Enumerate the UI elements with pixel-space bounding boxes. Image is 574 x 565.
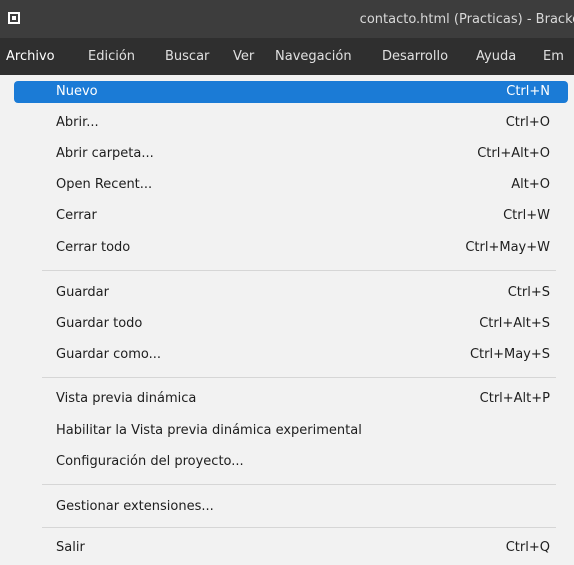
- menu-item-shortcut: Ctrl+May+S: [469, 347, 550, 362]
- menu-item-abrir-carpeta[interactable]: Abrir carpeta... Ctrl+Alt+O: [14, 143, 568, 165]
- menu-item-shortcut: Ctrl+S: [507, 285, 550, 300]
- menu-item-cerrar[interactable]: Cerrar Ctrl+W: [14, 205, 568, 227]
- menu-item-guardar[interactable]: Guardar Ctrl+S: [14, 282, 568, 304]
- menu-item-salir[interactable]: Salir Ctrl+Q: [14, 537, 568, 559]
- menu-ayuda[interactable]: Ayuda: [476, 38, 516, 75]
- menu-item-shortcut: Ctrl+Alt+O: [477, 146, 550, 161]
- menu-item-vista-previa[interactable]: Vista previa dinámica Ctrl+Alt+P: [14, 388, 568, 410]
- menu-separator: [42, 527, 556, 528]
- menu-item-label: Habilitar la Vista previa dinámica exper…: [56, 423, 362, 438]
- menu-item-label: Guardar: [56, 285, 109, 300]
- menu-separator: [42, 377, 556, 378]
- menu-archivo[interactable]: Archivo: [6, 38, 55, 75]
- menu-item-cerrar-todo[interactable]: Cerrar todo Ctrl+May+W: [14, 237, 568, 259]
- menu-item-abrir[interactable]: Abrir... Ctrl+O: [14, 112, 568, 134]
- menu-item-shortcut: Ctrl+May+W: [465, 240, 550, 255]
- menu-item-label: Salir: [56, 540, 85, 555]
- menu-desarrollo[interactable]: Desarrollo: [382, 38, 448, 75]
- menu-item-nuevo[interactable]: Nuevo Ctrl+N: [14, 81, 568, 103]
- menu-item-shortcut: Ctrl+Alt+S: [479, 316, 550, 331]
- menu-more[interactable]: Em: [543, 38, 564, 75]
- menu-item-label: Configuración del proyecto...: [56, 454, 244, 469]
- menu-item-shortcut: Alt+O: [511, 177, 550, 192]
- menu-item-configuracion-proyecto[interactable]: Configuración del proyecto...: [14, 451, 568, 473]
- menu-item-label: Gestionar extensiones...: [56, 499, 214, 514]
- menu-item-label: Cerrar: [56, 208, 97, 223]
- menu-item-label: Guardar todo: [56, 316, 143, 331]
- menu-bar: Archivo Edición Buscar Ver Navegación De…: [0, 38, 574, 75]
- menu-item-shortcut: Ctrl+N: [506, 84, 550, 99]
- menu-item-shortcut: Ctrl+O: [505, 115, 550, 130]
- menu-item-guardar-todo[interactable]: Guardar todo Ctrl+Alt+S: [14, 313, 568, 335]
- menu-item-shortcut: Ctrl+Alt+P: [479, 391, 550, 406]
- window-title: contacto.html (Practicas) - Brackets: [359, 12, 574, 27]
- menu-item-gestionar-extensiones[interactable]: Gestionar extensiones...: [14, 496, 568, 518]
- archivo-menu: Nuevo Ctrl+N Abrir... Ctrl+O Abrir carpe…: [0, 75, 574, 565]
- menu-item-label: Vista previa dinámica: [56, 391, 197, 406]
- menu-item-vista-previa-experimental[interactable]: Habilitar la Vista previa dinámica exper…: [14, 420, 568, 442]
- menu-buscar[interactable]: Buscar: [165, 38, 209, 75]
- menu-item-guardar-como[interactable]: Guardar como... Ctrl+May+S: [14, 344, 568, 366]
- menu-item-label: Guardar como...: [56, 347, 161, 362]
- menu-item-label: Nuevo: [56, 84, 98, 99]
- menu-separator: [42, 484, 556, 485]
- menu-edicion[interactable]: Edición: [88, 38, 135, 75]
- menu-item-label: Abrir carpeta...: [56, 146, 154, 161]
- menu-navegacion[interactable]: Navegación: [275, 38, 352, 75]
- menu-separator: [42, 270, 556, 271]
- menu-item-shortcut: Ctrl+Q: [505, 540, 550, 555]
- menu-item-label: Open Recent...: [56, 177, 153, 192]
- app-icon[interactable]: [8, 12, 20, 24]
- menu-ver[interactable]: Ver: [233, 38, 254, 75]
- menu-item-shortcut: Ctrl+W: [503, 208, 550, 223]
- menu-item-open-recent[interactable]: Open Recent... Alt+O: [14, 174, 568, 196]
- title-bar: contacto.html (Practicas) - Brackets: [0, 0, 574, 38]
- menu-item-label: Abrir...: [56, 115, 99, 130]
- menu-item-label: Cerrar todo: [56, 240, 131, 255]
